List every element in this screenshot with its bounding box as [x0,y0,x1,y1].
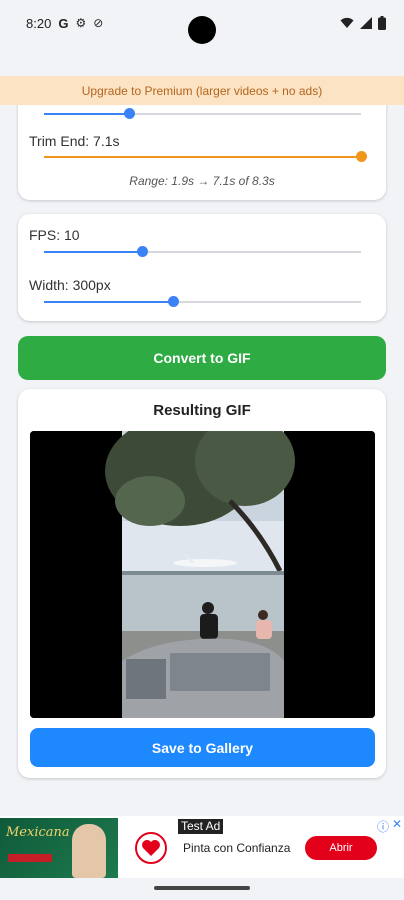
trim-end-label: Trim End: 7.1s [29,133,120,149]
ad-close-icon[interactable]: ✕ [392,817,402,831]
settings-gear-icon: ⚙ [75,16,87,30]
ad-image-person [72,824,106,878]
fps-label: FPS: 10 [29,227,80,243]
premium-upgrade-banner[interactable]: Upgrade to Premium (larger videos + no a… [0,76,404,105]
width-label: Width: 300px [29,277,111,293]
width-slider-fill [44,301,174,303]
status-right [340,16,386,30]
trim-end-slider-fill [44,156,361,158]
width-slider-thumb[interactable] [168,296,180,307]
result-title: Resulting GIF [153,402,251,419]
cell-signal-icon [360,17,372,29]
google-icon: G [58,15,69,31]
result-card: Resulting GIF Save to Gallery [18,389,386,778]
ad-test-label: Test Ad [178,819,224,834]
trim-end-slider[interactable] [44,151,367,162]
trim-start-slider-thumb[interactable] [124,108,136,119]
settings-card: FPS: 10 Width: 300px [18,214,386,321]
status-left: 8:20 G ⚙ ⊘ [26,16,103,31]
ad-image-ribbon [8,854,52,862]
convert-to-gif-button[interactable]: Convert to GIF [18,336,386,380]
trim-start-slider[interactable] [44,108,361,119]
gif-preview [30,431,375,718]
battery-icon [378,16,386,30]
ad-cta-button[interactable]: Abrir [305,836,377,860]
ad-tagline: Pinta con Confianza [183,841,291,855]
premium-banner-text: Upgrade to Premium (larger videos + no a… [81,83,323,98]
width-slider[interactable] [44,296,361,307]
trim-end-slider-thumb[interactable] [355,151,367,162]
do-not-disturb-icon: ⊘ [93,16,104,30]
ad-banner[interactable]: Mexicana Test Ad ⓘ ✕ Pinta con Confianza… [0,816,404,878]
gif-preview-image [30,431,375,718]
status-time: 8:20 [26,15,52,31]
ad-brand-logo-icon [135,832,167,864]
fps-slider[interactable] [44,246,361,257]
ad-image-logo-text: Mexicana [6,825,70,840]
ad-image-logo: Mexicana [6,826,70,839]
ad-image[interactable]: Mexicana [0,818,118,878]
trim-card: Trim End: 7.1s Range: 1.9s → 7.1s of 8.3… [18,96,386,200]
navigation-handle[interactable] [154,886,250,890]
fps-slider-fill [44,251,143,253]
save-to-gallery-button[interactable]: Save to Gallery [30,728,375,767]
ad-info-icon[interactable]: ⓘ [377,818,389,835]
trim-range-text: Range: 1.9s → 7.1s of 8.3s [129,174,275,188]
wifi-icon [340,17,354,28]
trim-start-slider-fill [44,113,130,115]
fps-slider-thumb[interactable] [136,246,148,257]
front-camera [188,16,216,44]
